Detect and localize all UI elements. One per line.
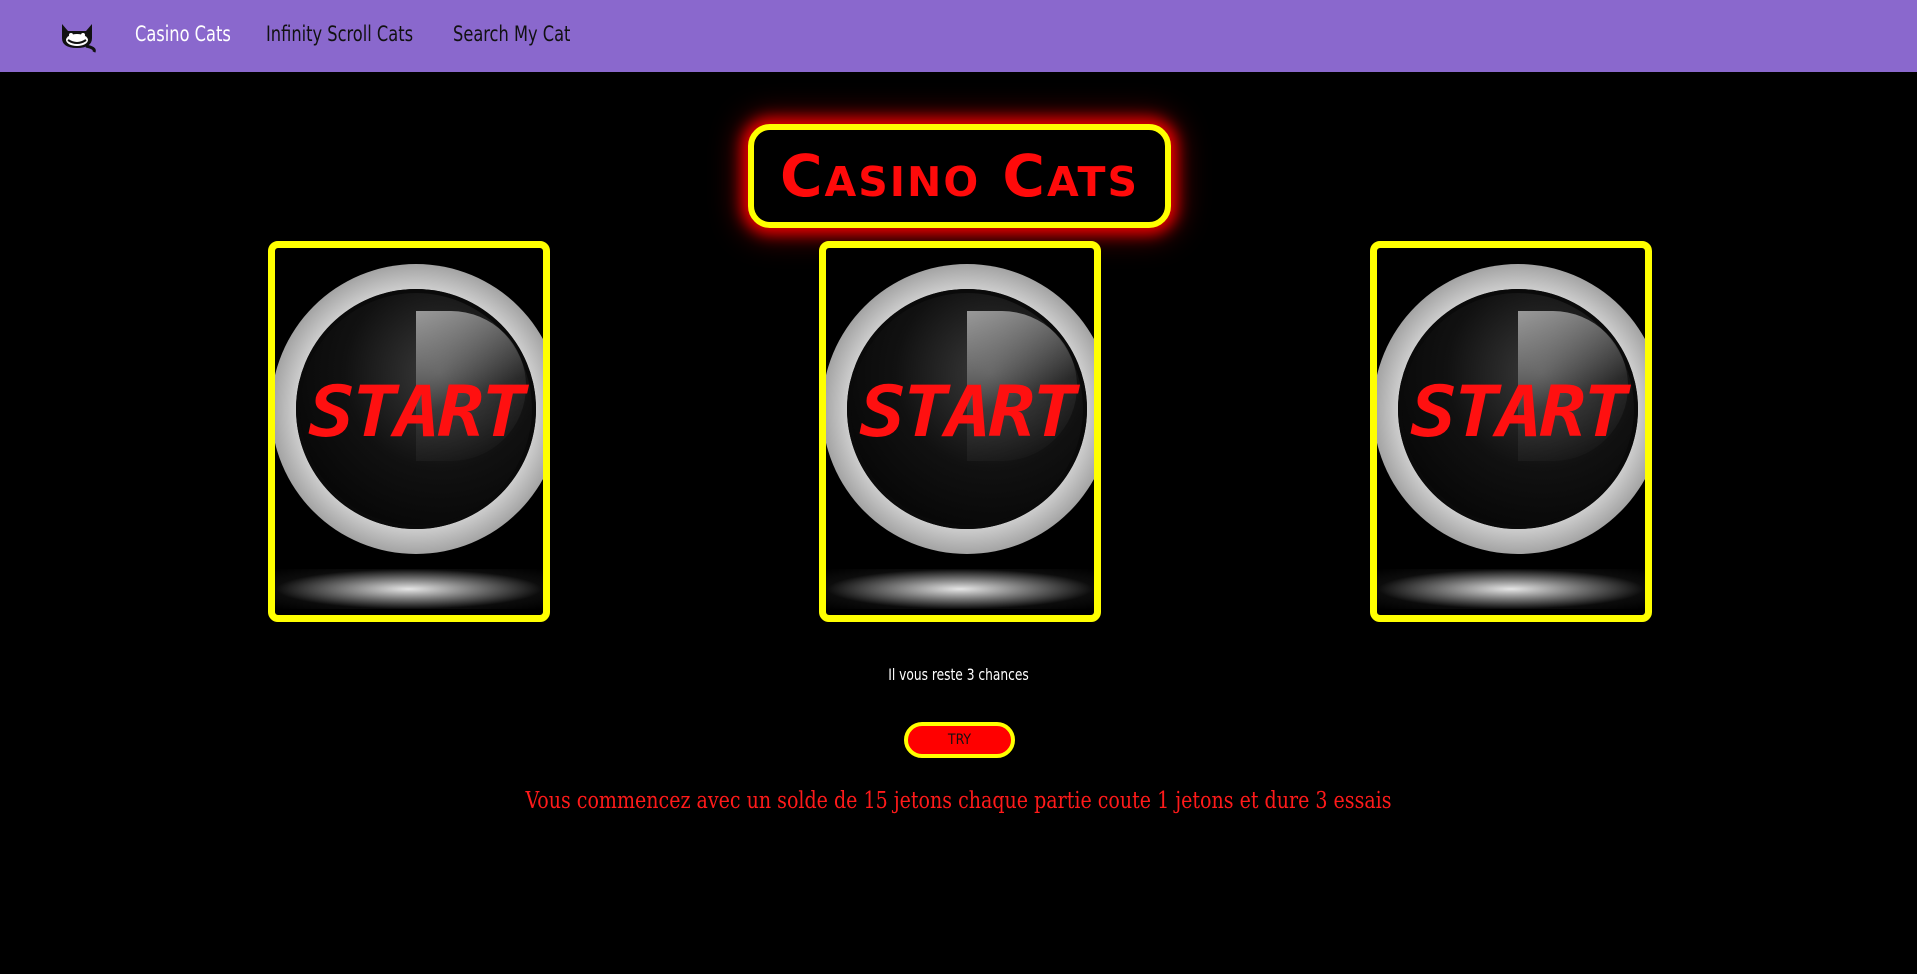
slot-reel-1[interactable]: START xyxy=(268,241,550,622)
reel-disc: START xyxy=(1398,289,1638,529)
reel-ring: START xyxy=(1377,264,1645,554)
reel-floor-reflection xyxy=(826,569,1094,609)
reel-floor-reflection xyxy=(275,569,543,609)
remaining-chances-text: Il vous reste 3 chances xyxy=(888,665,1029,684)
try-button[interactable]: TRY xyxy=(904,722,1015,758)
reel-start-label: START xyxy=(1410,371,1629,453)
nav-link-search-my-cat[interactable]: Search My Cat xyxy=(453,22,570,46)
reel-floor-reflection xyxy=(1377,569,1645,609)
nav-link-infinity-scroll-cats[interactable]: Infinity Scroll Cats xyxy=(266,22,413,46)
reel-start-label: START xyxy=(859,371,1078,453)
slot-reel-2[interactable]: START xyxy=(819,241,1101,622)
navbar: Casino Cats Infinity Scroll Cats Search … xyxy=(0,0,1917,72)
page-title: Casino Cats xyxy=(779,142,1140,210)
nav-link-casino-cats[interactable]: Casino Cats xyxy=(135,22,231,46)
reel-start-label: START xyxy=(308,371,527,453)
reel-ring: START xyxy=(275,264,543,554)
rules-info-text: Vous commencez avec un solde de 15 jeton… xyxy=(525,788,1392,814)
reel-ring: START xyxy=(826,264,1094,554)
reel-disc: START xyxy=(847,289,1087,529)
cat-logo-icon[interactable] xyxy=(56,18,98,54)
casino-title-banner: Casino Cats xyxy=(748,124,1171,228)
slot-reel-3[interactable]: START xyxy=(1370,241,1652,622)
reel-disc: START xyxy=(296,289,536,529)
